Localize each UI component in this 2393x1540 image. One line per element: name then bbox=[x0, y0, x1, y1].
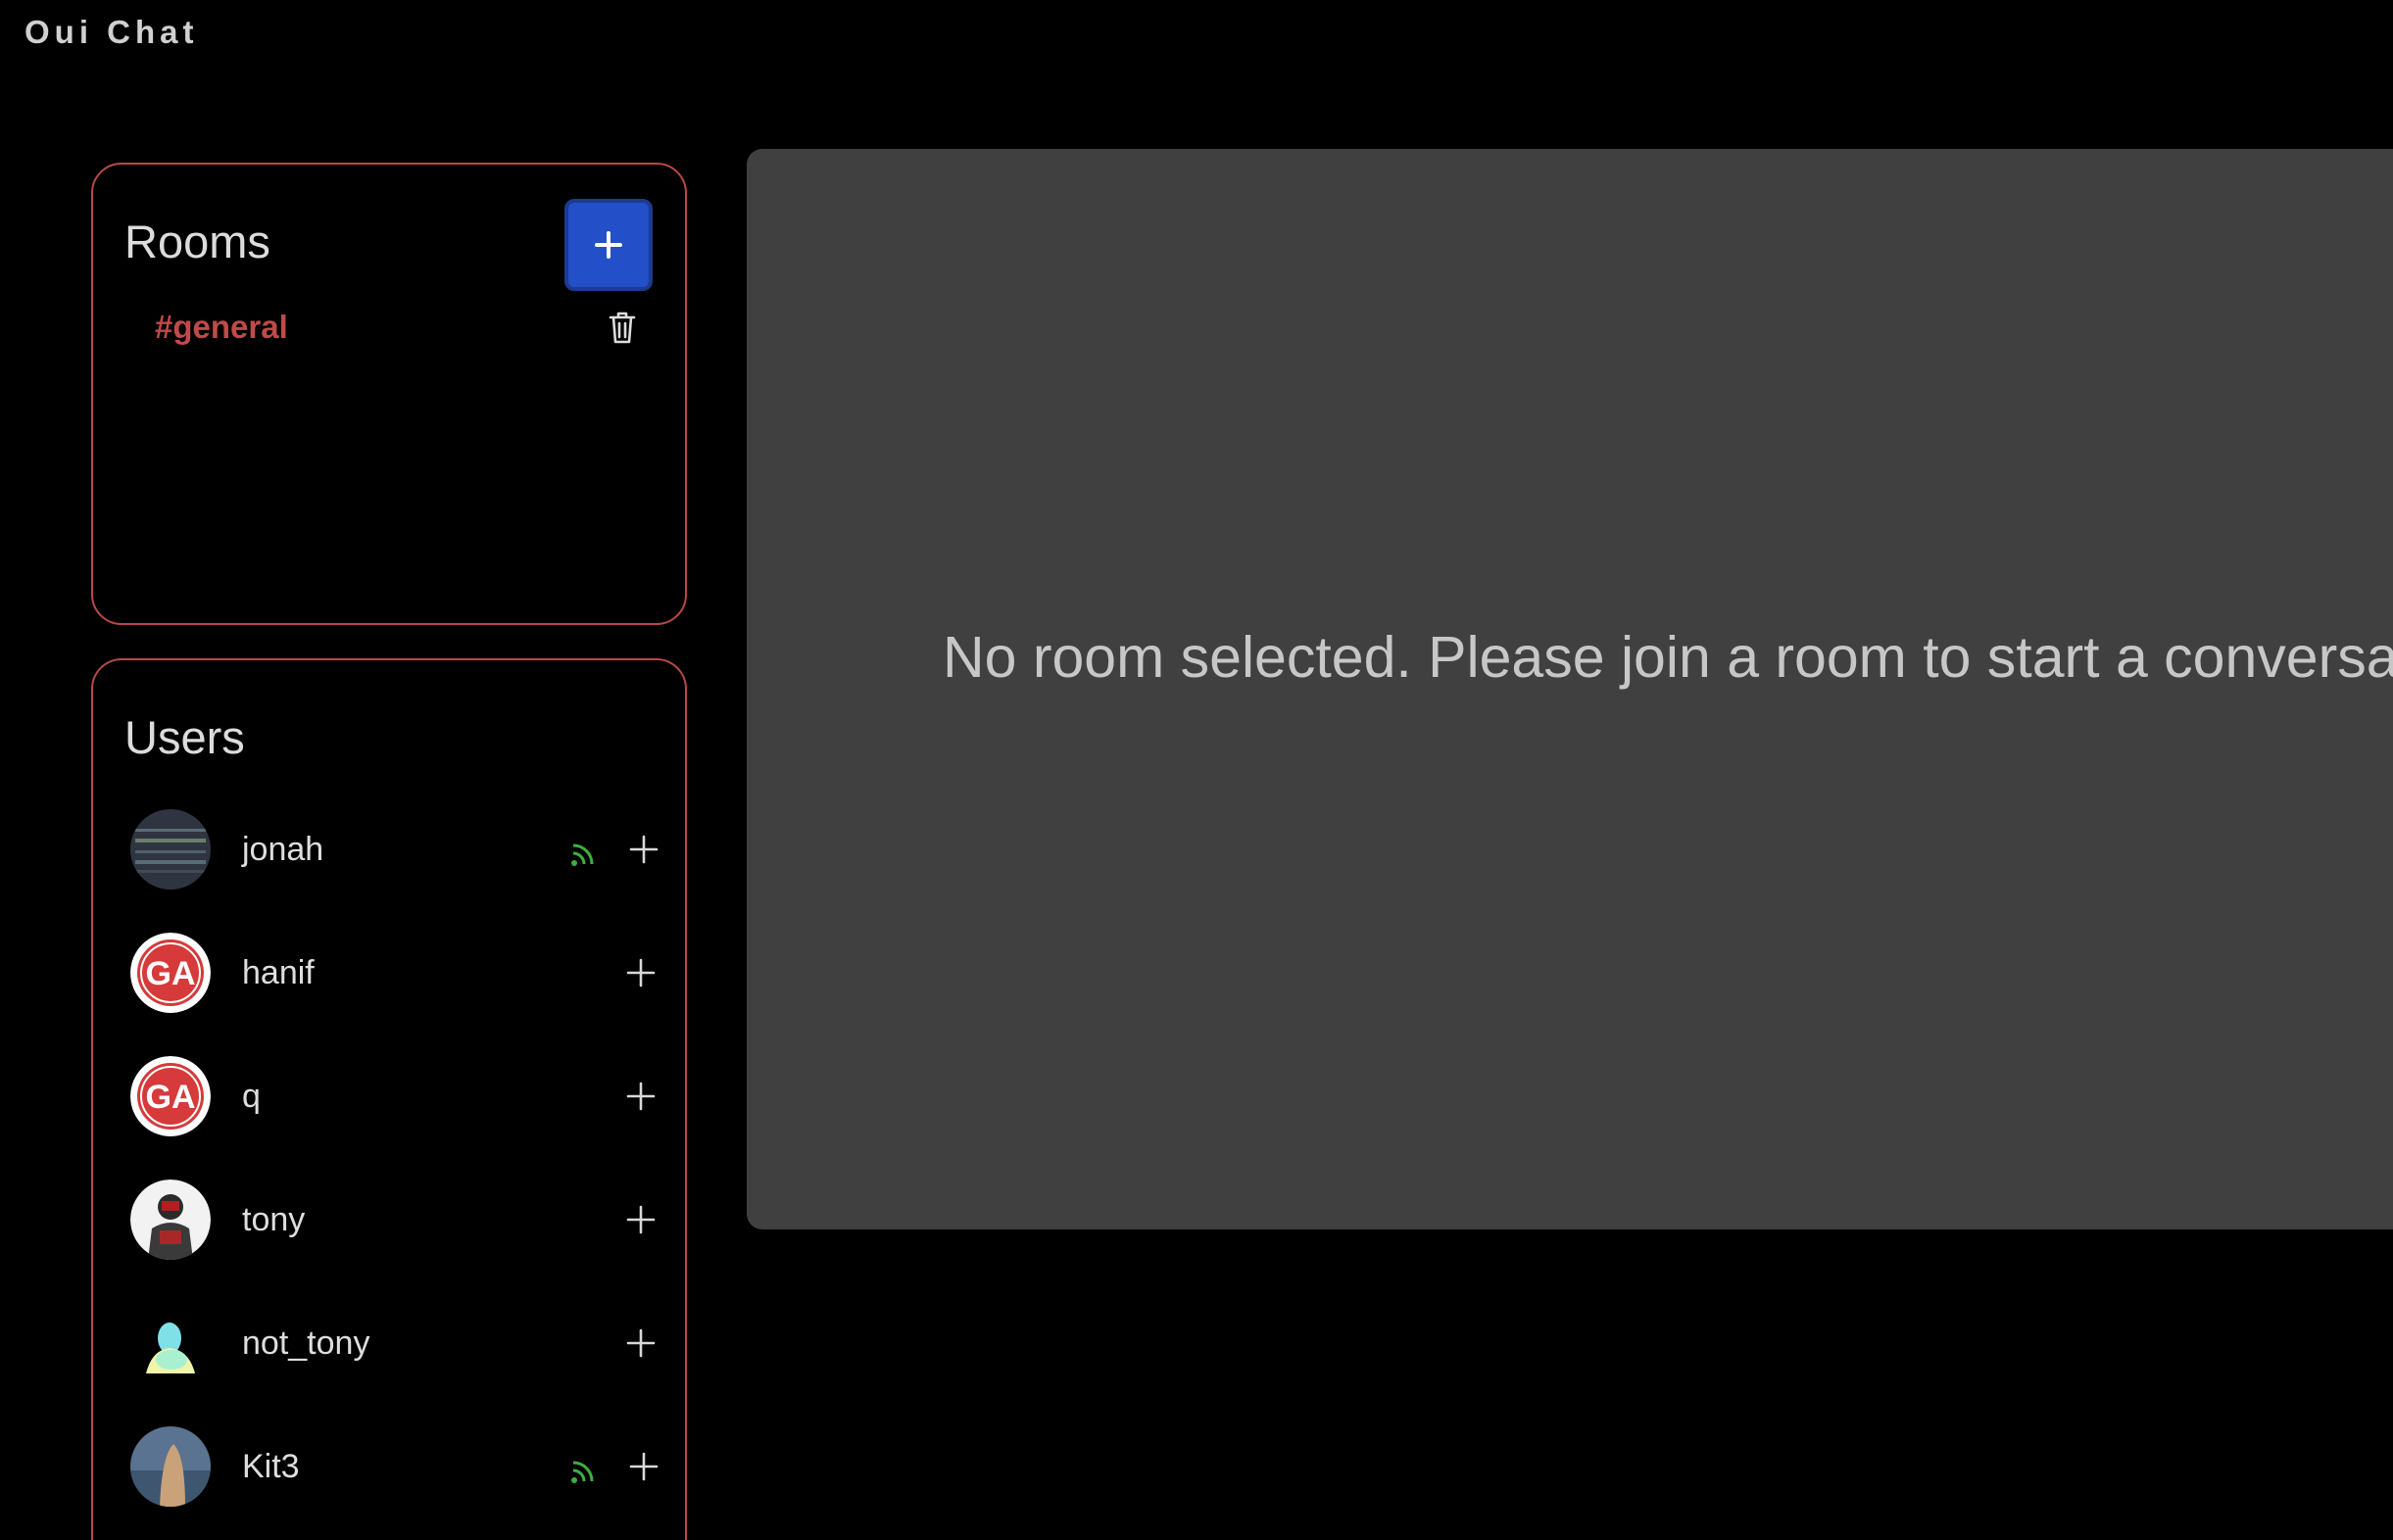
plus-icon[interactable] bbox=[626, 958, 656, 987]
plus-icon[interactable] bbox=[626, 1082, 656, 1111]
user-name: hanif bbox=[242, 954, 315, 991]
user-name: Kit3 bbox=[242, 1448, 300, 1485]
add-room-button[interactable] bbox=[564, 199, 653, 291]
avatar bbox=[130, 1179, 211, 1260]
user-name: jonah bbox=[242, 831, 324, 868]
avatar bbox=[130, 809, 211, 890]
user-row-not-tony[interactable]: not_tony bbox=[130, 1303, 679, 1387]
plus-icon[interactable] bbox=[626, 1328, 656, 1358]
avatar bbox=[130, 1303, 211, 1383]
user-row-tony[interactable]: tony bbox=[130, 1179, 679, 1264]
user-name: not_tony bbox=[242, 1324, 370, 1362]
chat-area: No room selected. Please join a room to … bbox=[747, 149, 2393, 1229]
rooms-panel: Rooms #general bbox=[91, 163, 687, 625]
empty-state-message: No room selected. Please join a room to … bbox=[943, 625, 2393, 690]
avatar: GA bbox=[130, 1056, 211, 1136]
user-row-hanif[interactable]: GA hanif bbox=[130, 933, 679, 1017]
user-row-q[interactable]: GA q bbox=[130, 1056, 679, 1140]
plus-icon[interactable] bbox=[629, 835, 659, 864]
avatar bbox=[130, 1426, 211, 1507]
trash-icon[interactable] bbox=[607, 310, 638, 345]
online-rss-icon bbox=[571, 843, 594, 866]
plus-icon[interactable] bbox=[629, 1452, 659, 1481]
svg-text:GA: GA bbox=[146, 1079, 196, 1116]
user-row-jonah[interactable]: jonah bbox=[130, 809, 679, 893]
user-name: q bbox=[242, 1078, 261, 1115]
avatar: GA bbox=[130, 933, 211, 1013]
svg-text:GA: GA bbox=[146, 955, 196, 992]
online-rss-icon bbox=[571, 1461, 594, 1483]
users-panel: Users jonah GA hanif GA q tony not_tony … bbox=[91, 658, 687, 1540]
rooms-title: Rooms bbox=[124, 216, 270, 267]
room-item-general[interactable]: #general bbox=[155, 309, 288, 346]
plus-icon[interactable] bbox=[626, 1205, 656, 1234]
user-row-kit3[interactable]: Kit3 bbox=[130, 1426, 679, 1511]
user-name: tony bbox=[242, 1201, 306, 1238]
app-title: Oui Chat bbox=[24, 14, 199, 50]
plus-icon bbox=[595, 231, 622, 259]
users-title: Users bbox=[124, 711, 245, 763]
